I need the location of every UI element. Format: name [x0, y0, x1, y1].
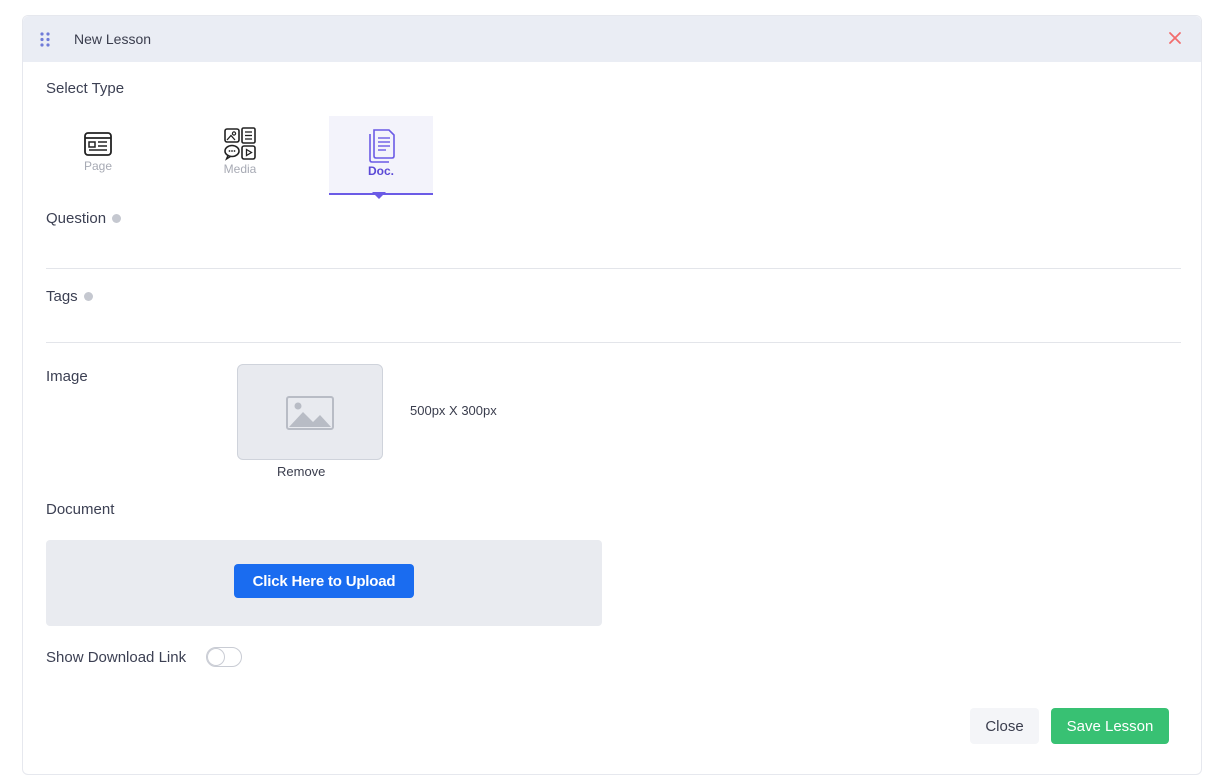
image-size-hint: 500px X 300px [410, 403, 497, 418]
download-link-toggle[interactable] [206, 647, 242, 667]
type-option-page[interactable]: Page [63, 116, 133, 193]
question-label: Question [46, 210, 122, 227]
document-icon [329, 128, 433, 164]
type-option-label: Doc. [367, 164, 394, 178]
info-icon[interactable] [112, 213, 122, 223]
close-button[interactable]: Close [970, 708, 1039, 744]
panel-header: New Lesson [23, 16, 1201, 62]
question-field[interactable] [46, 268, 1181, 269]
info-icon[interactable] [83, 291, 93, 301]
image-upload-box[interactable] [237, 364, 383, 460]
type-option-media[interactable]: Media [205, 116, 275, 193]
download-link-label: Show Download Link [46, 649, 187, 666]
lesson-panel: New Lesson Select Type Page Media Doc. Q… [22, 15, 1202, 775]
close-icon[interactable] [1165, 28, 1185, 48]
question-label-text: Question [46, 210, 107, 227]
document-label: Document [46, 501, 115, 518]
panel-title: New Lesson [74, 31, 152, 47]
tags-label-text: Tags [46, 288, 78, 305]
image-label: Image [46, 368, 88, 385]
save-lesson-button[interactable]: Save Lesson [1051, 708, 1169, 744]
tags-label: Tags [46, 288, 93, 305]
type-option-label: Media [223, 162, 257, 176]
document-upload-area[interactable]: Click Here to Upload [46, 540, 602, 626]
drag-handle-icon[interactable] [39, 31, 51, 48]
page-icon [63, 129, 133, 159]
media-icon [205, 126, 275, 162]
type-option-label: Page [83, 159, 113, 173]
image-placeholder-icon [286, 396, 334, 430]
active-type-caret [372, 192, 386, 199]
upload-button[interactable]: Click Here to Upload [234, 564, 414, 598]
type-option-doc[interactable]: Doc. [329, 116, 433, 195]
remove-image-link[interactable]: Remove [277, 464, 325, 479]
select-type-label: Select Type [46, 80, 125, 97]
toggle-knob [208, 649, 224, 665]
tags-field[interactable] [46, 342, 1181, 343]
